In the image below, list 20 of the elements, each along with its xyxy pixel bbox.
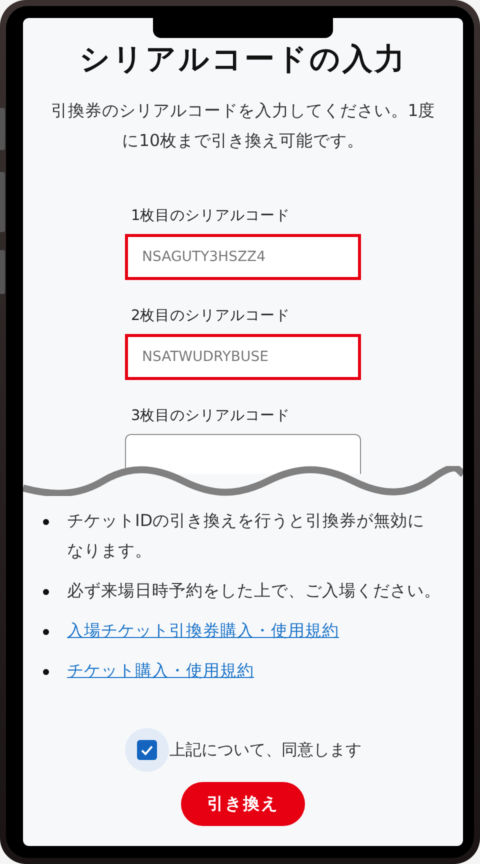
redeem-button[interactable]: 引き換え (181, 782, 305, 826)
note-text: 必ず来場日時予約をした上で、ご入場ください。 (67, 580, 441, 602)
field-label: 2枚目のシリアルコード (130, 307, 292, 326)
terms-link[interactable]: チケット購入・使用規約 (67, 656, 254, 686)
check-icon (140, 743, 154, 757)
note-text: チケットIDの引き換えを行うと引換券が無効になります。 (67, 510, 426, 562)
description-text: 引換券のシリアルコードを入力してください。1度に10枚まで引き換え可能です。 (50, 100, 436, 152)
serial-code-field[interactable] (125, 434, 361, 474)
agree-checkbox[interactable] (136, 740, 156, 760)
serial-code-field[interactable]: NSAGUTY3HSZZ4 (125, 234, 361, 280)
bullet-icon (43, 589, 49, 595)
page-title: シリアルコードの入力 (80, 41, 406, 79)
field-label: 1枚目のシリアルコード (130, 207, 292, 226)
field-label: 3枚目のシリアルコード (130, 407, 292, 426)
bullet-icon (43, 629, 49, 635)
bullet-icon (43, 519, 49, 525)
terms-link[interactable]: 入場チケット引換券購入・使用規約 (67, 616, 339, 646)
bullet-icon (43, 669, 49, 675)
serial-code-field[interactable]: NSATWUDRYBUSE (125, 334, 361, 380)
agreement-label: 上記について、同意します (170, 739, 362, 761)
